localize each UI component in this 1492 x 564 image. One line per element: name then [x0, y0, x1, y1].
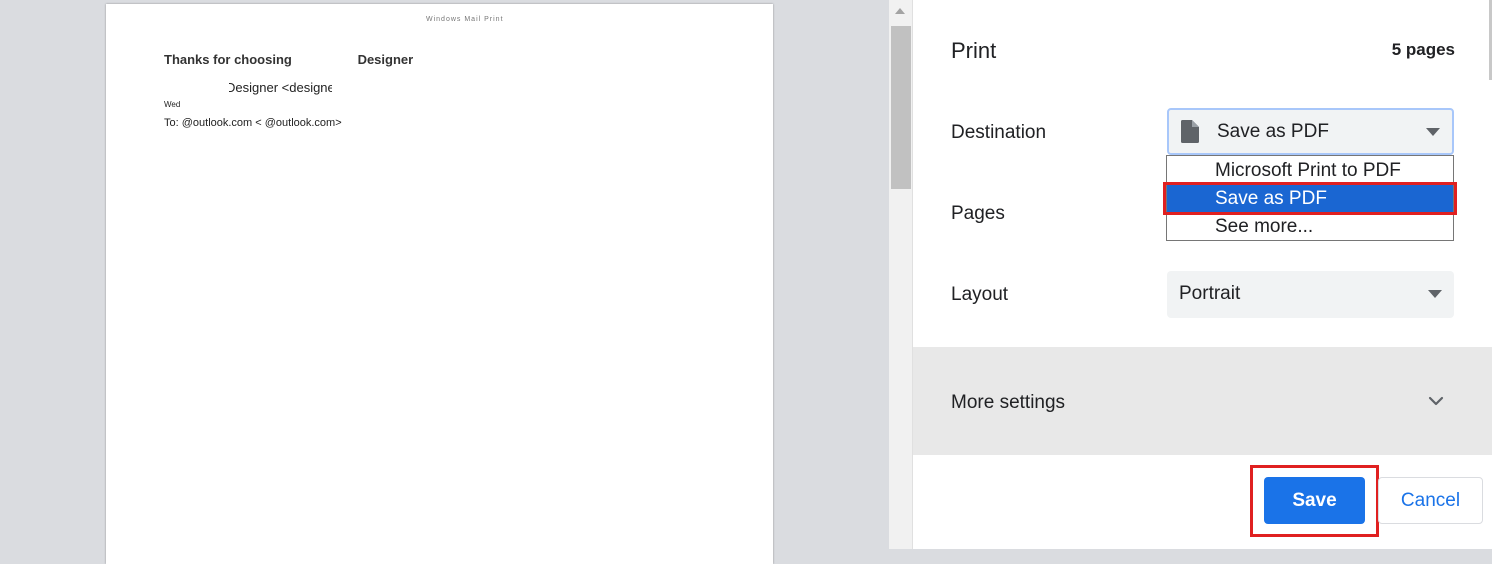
option-see-more[interactable]: See more... [1167, 213, 1453, 241]
layout-label: Layout [951, 284, 1009, 305]
destination-value: Save as PDF [1217, 121, 1329, 142]
pages-label: Pages [951, 203, 1005, 224]
page-header-text: Windows Mail Print [426, 16, 504, 23]
print-settings-panel: Print 5 pages Destination Save as PDF Pa… [913, 0, 1492, 549]
redaction-box [296, 54, 354, 70]
print-title: Print [951, 38, 997, 63]
scroll-thumb[interactable] [891, 26, 911, 189]
preview-page: Windows Mail Print Thanks for choosing M… [106, 4, 773, 564]
email-date: Wed [164, 100, 181, 109]
email-to: To: @outlook.com < @outlook.com> [164, 117, 342, 129]
preview-scrollbar[interactable] [889, 0, 913, 549]
more-settings-section[interactable]: More settings [913, 347, 1492, 455]
scroll-up-arrow-icon[interactable] [895, 8, 905, 14]
page-count: 5 pages [1391, 40, 1455, 59]
layout-select[interactable]: Portrait [1167, 271, 1454, 318]
destination-label: Destination [951, 122, 1047, 143]
dropdown-caret-icon [1426, 128, 1440, 136]
layout-value: Portrait [1179, 283, 1241, 304]
save-button[interactable]: Save [1264, 477, 1365, 524]
save-as-pdf-highlight-box [1163, 182, 1457, 215]
more-settings-label: More settings [951, 392, 1066, 413]
redaction-box [209, 80, 229, 98]
chevron-down-icon[interactable] [1428, 393, 1444, 409]
file-icon [1181, 120, 1199, 143]
cancel-button[interactable]: Cancel [1378, 477, 1483, 524]
dropdown-caret-icon [1428, 290, 1442, 298]
option-microsoft-print-to-pdf[interactable]: Microsoft Print to PDF [1167, 157, 1453, 185]
destination-select[interactable]: Save as PDF [1167, 108, 1454, 155]
email-subject: Thanks for choosing Microsoft Designer [164, 52, 414, 67]
print-preview-area: Windows Mail Print Thanks for choosing M… [0, 0, 889, 564]
redaction-box [332, 80, 442, 98]
redaction-box [184, 99, 384, 111]
